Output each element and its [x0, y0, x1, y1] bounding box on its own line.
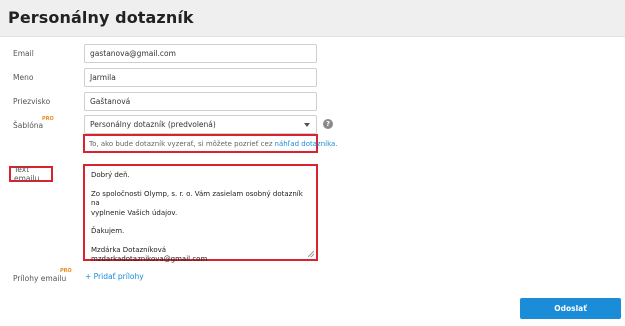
name-value: Jarmila	[90, 73, 116, 82]
template-selected: Personálny dotazník (predvolená)	[90, 120, 216, 129]
attachments-pro-badge: PRO	[60, 268, 72, 274]
template-label: Šablóna	[13, 121, 44, 130]
surname-value: Gaštanová	[90, 97, 131, 106]
template-pro-badge: PRO	[42, 116, 54, 122]
email-text-label: Text emailu	[9, 165, 53, 183]
email-text-line: Dobrý deň.	[91, 171, 130, 179]
submit-button[interactable]: Odoslať	[520, 298, 621, 319]
preview-hint-text: To, ako bude dotazník vyzerať, si môžete…	[89, 139, 273, 148]
email-text-label-text: Text emailu	[14, 165, 40, 183]
email-text-line: mzdarkadotaznikova@gmail.com	[91, 255, 208, 263]
chevron-down-icon	[304, 123, 310, 127]
name-label: Meno	[13, 73, 34, 82]
email-value: gastanova@gmail.com	[90, 49, 176, 58]
attachments-label: Prílohy emailu	[13, 274, 67, 283]
email-text-line: Mzdárka Dotazníková	[91, 245, 167, 254]
resize-handle-icon[interactable]	[308, 251, 314, 257]
page-title: Personálny dotazník	[8, 8, 194, 27]
email-text-textarea[interactable]: Dobrý deň. Zo spoločnosti Olymp, s. r. o…	[83, 164, 318, 263]
email-text-line: Ďakujem.	[91, 227, 125, 235]
email-text-line: vyplnenie Vašich údajov.	[91, 208, 178, 217]
name-field[interactable]: Jarmila	[84, 68, 317, 87]
surname-label: Priezvisko	[13, 97, 51, 106]
email-label: Email	[13, 49, 34, 58]
add-attachments-link[interactable]: + Pridať prílohy	[85, 272, 144, 281]
email-text-line: Zo spoločnosti Olymp, s. r. o. Vám zasie…	[91, 189, 303, 208]
preview-hint: To, ako bude dotazník vyzerať, si môžete…	[83, 134, 338, 153]
template-select[interactable]: Personálny dotazník (predvolená)	[84, 115, 317, 134]
help-icon[interactable]: ?	[323, 119, 333, 129]
email-field[interactable]: gastanova@gmail.com	[84, 44, 317, 63]
surname-field[interactable]: Gaštanová	[84, 92, 317, 111]
preview-link[interactable]: náhľad dotazníka.	[275, 140, 338, 148]
